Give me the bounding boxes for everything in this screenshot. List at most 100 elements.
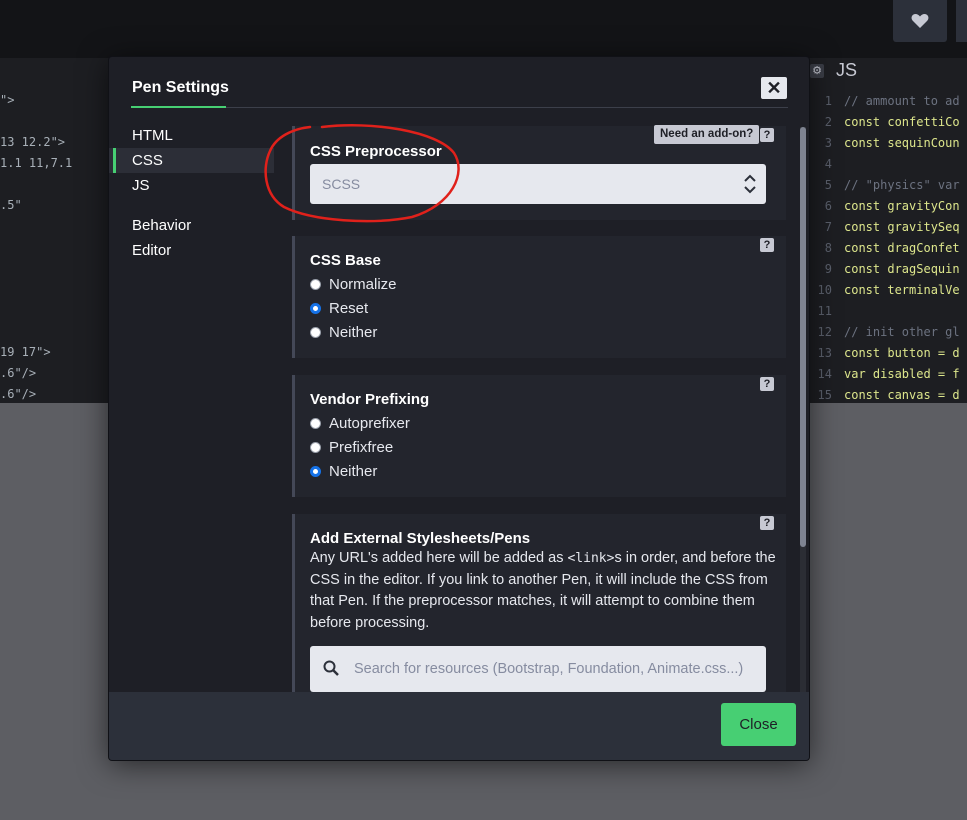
help-icon[interactable]: ? — [760, 516, 774, 530]
code-line: var disabled = f — [844, 367, 960, 381]
code-line: const dragSequin — [844, 262, 960, 276]
line-number: 10 — [817, 283, 832, 297]
nav-item-editor[interactable]: Editor — [109, 238, 274, 263]
line-number: 2 — [824, 115, 832, 129]
code-line: const terminalVe — [844, 283, 960, 297]
code-line: 13 12.2"> — [0, 135, 66, 149]
heart-button[interactable] — [893, 0, 947, 42]
radio-neither[interactable]: Neither — [310, 322, 377, 342]
radio-label: Normalize — [329, 275, 397, 293]
radio-prefixfree[interactable]: Prefixfree — [310, 437, 393, 457]
header-divider — [226, 107, 788, 108]
desc-code: <link> — [567, 551, 615, 566]
radio-label: Prefixfree — [329, 438, 394, 456]
scrollbar-thumb[interactable] — [800, 127, 806, 547]
radio-label: Reset — [329, 299, 369, 317]
code-line: 1.1 11,7.1 — [0, 156, 73, 170]
external-stylesheets-title: Add External Stylesheets/Pens — [310, 530, 531, 547]
close-icon[interactable]: ✕ — [761, 77, 787, 99]
nav-item-html[interactable]: HTML — [109, 123, 274, 148]
js-line-numbers: 1 2 3 4 5 6 7 8 9 10 11 12 13 14 15 — [808, 91, 832, 406]
gear-icon[interactable]: ⚙ — [810, 64, 824, 78]
css-preprocessor-select[interactable]: SCSS — [310, 164, 766, 204]
code-line: // ammount to ad — [844, 94, 960, 108]
vendor-prefixing-panel: Vendor Prefixing ? Autoprefixer Prefixfr… — [292, 375, 786, 497]
modal-header: Pen Settings ✕ — [109, 57, 809, 109]
radio-label: Neither — [329, 323, 378, 341]
code-line: const sequinCoun — [844, 136, 960, 150]
desc-text: Any URL's added here will be added as — [310, 550, 568, 566]
help-icon[interactable]: ? — [760, 238, 774, 252]
radio-button[interactable] — [310, 326, 321, 338]
line-number: 8 — [824, 241, 832, 255]
radio-button[interactable] — [310, 417, 321, 429]
settings-content: CSS Preprocessor Need an add-on? ? SCSS … — [292, 123, 790, 749]
code-line: const button = d — [844, 346, 960, 360]
css-base-title: CSS Base — [310, 252, 381, 269]
select-arrows-icon — [743, 173, 757, 195]
radio-button[interactable] — [310, 278, 321, 290]
css-preprocessor-panel: CSS Preprocessor Need an add-on? ? SCSS — [292, 125, 786, 220]
line-number: 3 — [824, 136, 832, 150]
search-placeholder: Search for resources (Bootstrap, Foundat… — [354, 661, 744, 677]
settings-nav: HTML CSS JS Behavior Editor — [109, 123, 274, 263]
js-editor-header — [808, 58, 967, 85]
radio-normalize[interactable]: Normalize — [310, 274, 397, 294]
css-preprocessor-title: CSS Preprocessor — [310, 143, 442, 160]
code-line: const dragConfet — [844, 241, 960, 255]
radio-button-checked[interactable] — [310, 465, 321, 477]
line-number: 13 — [817, 346, 832, 360]
scrollbar[interactable] — [800, 127, 806, 747]
js-editor-title: JS — [836, 60, 858, 80]
line-number: 11 — [817, 304, 832, 318]
external-stylesheets-description: Any URL's added here will be added as <l… — [310, 548, 776, 634]
nav-item-behavior[interactable]: Behavior — [109, 213, 274, 238]
radio-neither[interactable]: Neither — [310, 461, 377, 481]
code-line: const gravityCon — [844, 199, 960, 213]
code-line: // init other gl — [844, 325, 960, 339]
code-line: "> — [0, 93, 15, 107]
close-button[interactable]: Close — [721, 703, 796, 746]
addon-badge[interactable]: Need an add-on? — [654, 125, 760, 144]
radio-label: Autoprefixer — [329, 414, 410, 432]
code-line: // "physics" var — [844, 178, 960, 192]
top-bar — [0, 0, 967, 58]
code-line: 19 17"> — [0, 345, 51, 359]
radio-reset[interactable]: Reset — [310, 298, 368, 318]
line-number: 7 — [824, 220, 832, 234]
heart-icon — [911, 14, 929, 28]
line-number: 4 — [824, 157, 832, 171]
help-icon[interactable]: ? — [760, 128, 774, 142]
code-line: .6"/> — [0, 387, 37, 401]
vendor-prefixing-title: Vendor Prefixing — [310, 391, 430, 408]
help-icon[interactable]: ? — [760, 377, 774, 391]
resource-search-input[interactable]: Search for resources (Bootstrap, Foundat… — [310, 646, 766, 692]
nav-item-css[interactable]: CSS — [109, 148, 274, 173]
radio-button-checked[interactable] — [310, 302, 321, 314]
line-number: 6 — [824, 199, 832, 213]
line-number: 5 — [824, 178, 832, 192]
code-line: const gravitySeq — [844, 220, 960, 234]
line-number: 12 — [817, 325, 832, 339]
line-number: 14 — [817, 367, 832, 381]
code-line: .5" — [0, 198, 22, 212]
radio-autoprefixer[interactable]: Autoprefixer — [310, 413, 410, 433]
radio-button[interactable] — [310, 441, 321, 453]
modal-footer: Close — [109, 692, 809, 760]
nav-item-js[interactable]: JS — [109, 173, 274, 198]
js-code: // ammount to ad const confettiCo const se… — [844, 91, 960, 406]
html-code: "> 13 12.2"> 1.1 11,7.1 .5" 19 17"> .6"/>.… — [0, 90, 72, 405]
code-line: const confettiCo — [844, 115, 960, 129]
toolbar-button[interactable] — [956, 0, 967, 42]
search-icon — [323, 660, 339, 676]
line-number: 1 — [824, 94, 832, 108]
line-number: 9 — [824, 262, 832, 276]
